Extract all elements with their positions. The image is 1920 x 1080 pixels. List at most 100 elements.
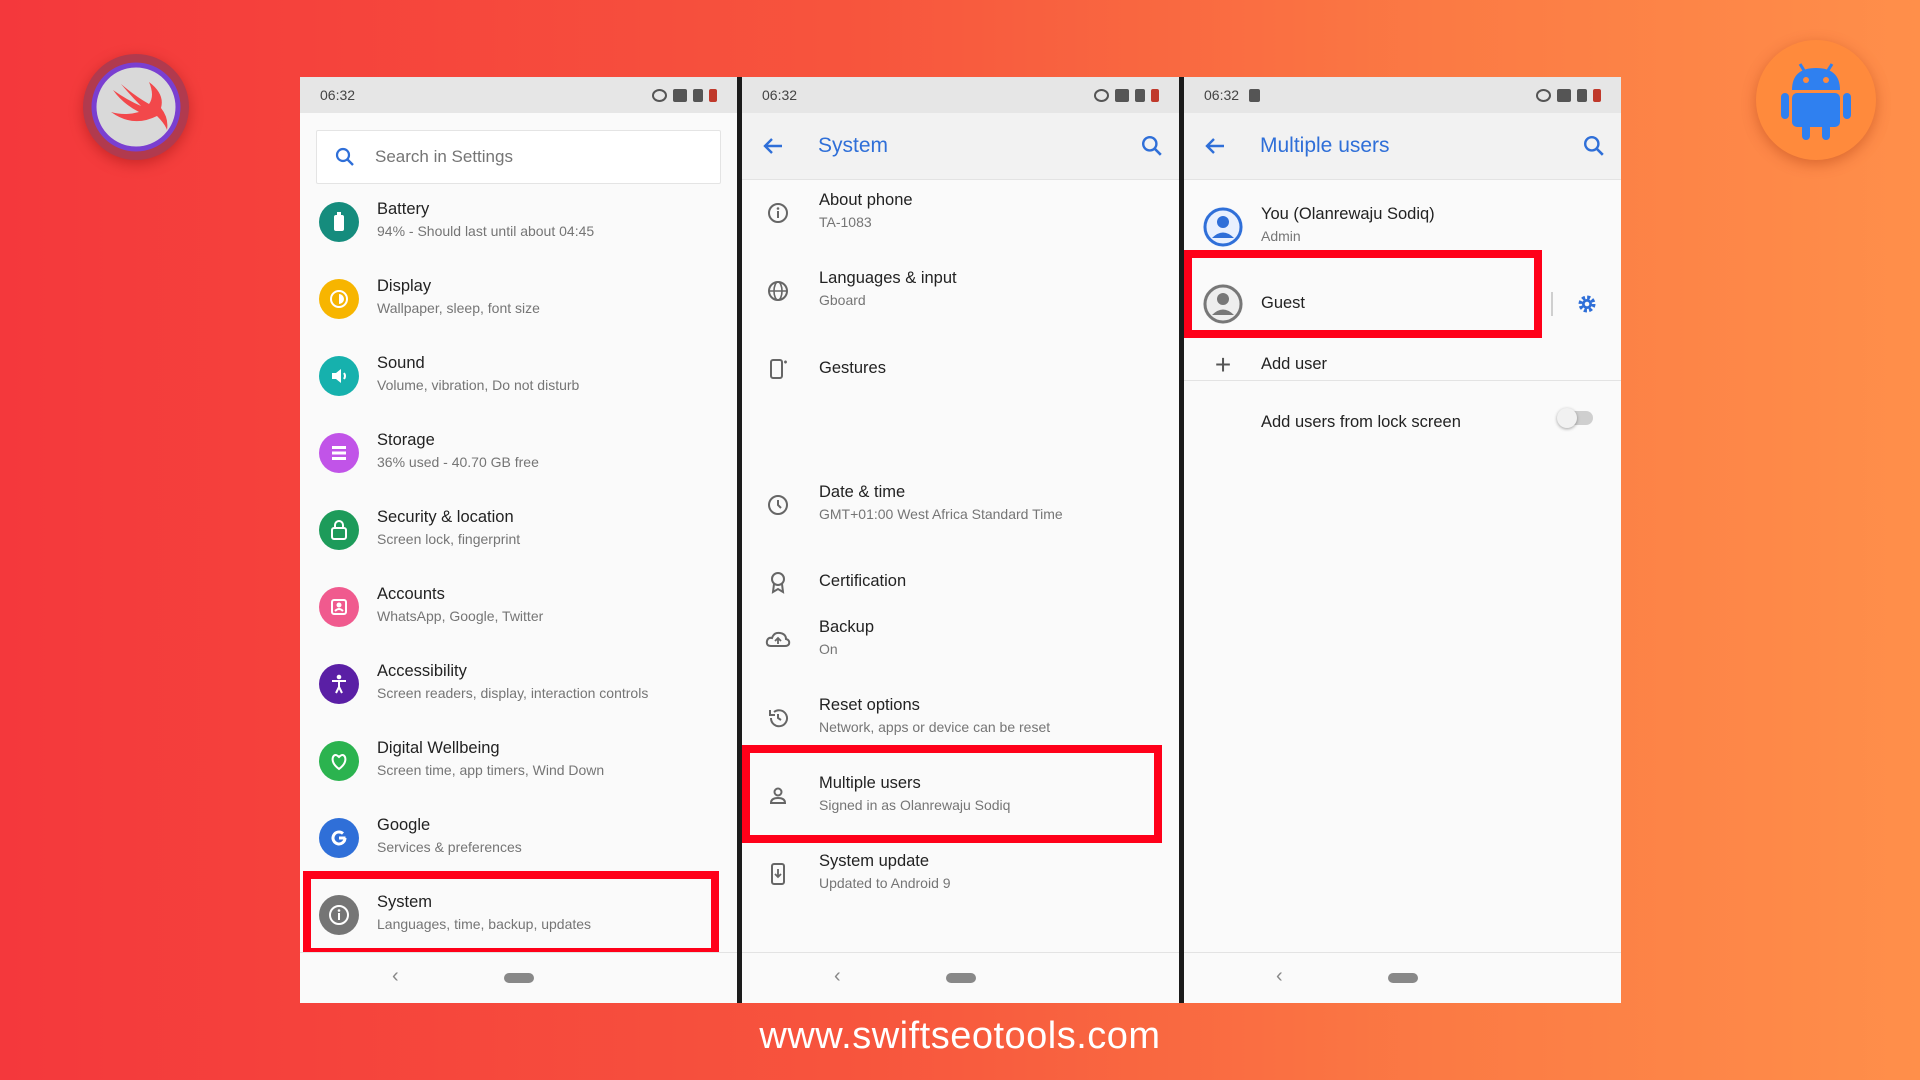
nav-back-icon[interactable]: ‹ [392,965,399,988]
search-input[interactable] [373,146,677,168]
wifi-icon [1557,88,1571,102]
storage-icon [319,433,359,473]
system-item-title: Languages & input [819,269,957,287]
settings-item-title: Accessibility [377,662,467,680]
system-item-title: Backup [819,618,875,636]
settings-item-storage[interactable]: Storage 36% used - 40.70 GB free [300,421,737,485]
system-item-subtitle: Updated to Android 9 [819,875,951,891]
back-arrow-icon[interactable] [760,135,786,157]
nav-home-pill[interactable] [1388,973,1418,983]
lock-icon [319,510,359,550]
settings-item-subtitle: Services & preferences [377,839,522,855]
nav-back-icon[interactable]: ‹ [1276,965,1283,988]
battery-icon [319,202,359,242]
reset-icon [758,698,798,738]
battery-status-icon [1151,88,1159,102]
page-title: System [818,134,889,157]
volume-icon [319,356,359,396]
lock-screen-toggle[interactable] [1557,408,1593,428]
system-item-title: Certification [819,572,907,590]
settings-item-title: Battery [377,200,430,218]
wifi-icon [1115,88,1129,102]
navigation-bar: ‹ [742,952,1179,1003]
system-item-certification[interactable]: Certification [742,550,1179,614]
globe-icon [758,271,798,311]
settings-item-title: Google [377,816,431,834]
multiple-users-screen: 06:32 Multiple users You (Olanrewaju Sod… [1184,77,1621,1003]
settings-item-security[interactable]: Security & location Screen lock, fingerp… [300,498,737,562]
settings-item-subtitle: Screen lock, fingerprint [377,531,521,547]
nav-back-icon[interactable]: ‹ [834,965,841,988]
status-time: 06:32 [1204,87,1240,103]
status-bar: 06:32 [742,77,1179,113]
back-arrow-icon[interactable] [1202,135,1228,157]
system-item-reset-options[interactable]: Reset options Network, apps or device ca… [742,686,1179,750]
system-item-about-phone[interactable]: About phone TA-1083 [742,181,1179,245]
add-users-lock-screen-setting[interactable]: Add users from lock screen [1184,391,1621,455]
system-item-subtitle: On [819,641,838,657]
accessibility-icon [319,664,359,704]
battery-status-icon [1593,88,1601,102]
setting-label: Add users from lock screen [1261,413,1461,431]
settings-item-accounts[interactable]: Accounts WhatsApp, Google, Twitter [300,575,737,639]
signal-icon [1135,88,1145,102]
section-divider [1184,380,1621,381]
search-icon [335,147,354,166]
gear-icon[interactable] [1575,292,1599,316]
settings-item-display[interactable]: Display Wallpaper, sleep, font size [300,267,737,331]
backup-icon [758,620,798,660]
system-item-backup[interactable]: Backup On [742,608,1179,672]
system-item-languages[interactable]: Languages & input Gboard [742,259,1179,323]
highlight-box-system [303,871,719,956]
settings-item-title: Sound [377,354,425,372]
add-user-label: Add user [1261,355,1328,373]
system-item-gestures[interactable]: Gestures [742,337,1179,401]
settings-search-bar[interactable] [316,130,721,184]
system-item-system-update[interactable]: System update Updated to Android 9 [742,842,1179,906]
navigation-bar: ‹ [1184,952,1621,1003]
swift-logo [83,54,189,160]
alarm-icon [1094,88,1109,102]
status-bar: 06:32 [1184,77,1621,113]
add-user-button[interactable]: + Add user [1184,333,1621,397]
screenshot-panel: 06:32 Battery 94% - Should last until ab… [300,77,1621,1003]
nav-home-pill[interactable] [504,973,534,983]
system-item-title: Reset options [819,696,920,714]
nav-home-pill[interactable] [946,973,976,983]
system-item-subtitle: GMT+01:00 West Africa Standard Time [819,506,1063,522]
settings-screen: 06:32 Battery 94% - Should last until ab… [300,77,737,1003]
system-item-subtitle: TA-1083 [819,214,872,230]
image-notification-icon [1249,88,1261,102]
info-icon [758,193,798,233]
user-avatar-icon [1203,207,1243,247]
status-bar: 06:32 [300,77,737,113]
search-icon[interactable] [1583,135,1605,157]
system-item-subtitle: Gboard [819,292,866,308]
account-icon [319,587,359,627]
settings-item-subtitle: 94% - Should last until about 04:45 [377,223,595,239]
settings-item-accessibility[interactable]: Accessibility Screen readers, display, i… [300,652,737,716]
settings-item-subtitle: Wallpaper, sleep, font size [377,300,540,316]
settings-item-sound[interactable]: Sound Volume, vibration, Do not disturb [300,344,737,408]
settings-item-digital-wellbeing[interactable]: Digital Wellbeing Screen time, app timer… [300,729,737,793]
certification-icon [758,562,798,602]
settings-item-subtitle: Screen readers, display, interaction con… [377,685,649,701]
settings-item-title: Display [377,277,432,295]
signal-icon [693,88,703,102]
system-item-date-time[interactable]: Date & time GMT+01:00 West Africa Standa… [742,473,1179,537]
settings-item-subtitle: 36% used - 40.70 GB free [377,454,539,470]
app-bar: System [742,113,1179,180]
plus-icon: + [1214,349,1232,380]
highlight-box-guest [1184,250,1542,338]
alarm-icon [652,88,667,102]
system-item-title: Gestures [819,359,886,377]
settings-item-subtitle: Volume, vibration, Do not disturb [377,377,580,393]
system-screen: 06:32 System About phone TA-1083 Languag… [742,77,1179,1003]
settings-item-subtitle: WhatsApp, Google, Twitter [377,608,544,624]
signal-icon [1577,88,1587,102]
settings-item-google[interactable]: Google Services & preferences [300,806,737,870]
app-bar: Multiple users [1184,113,1621,180]
search-icon[interactable] [1141,135,1163,157]
settings-item-title: Accounts [377,585,445,603]
settings-item-battery[interactable]: Battery 94% - Should last until about 04… [300,190,737,254]
